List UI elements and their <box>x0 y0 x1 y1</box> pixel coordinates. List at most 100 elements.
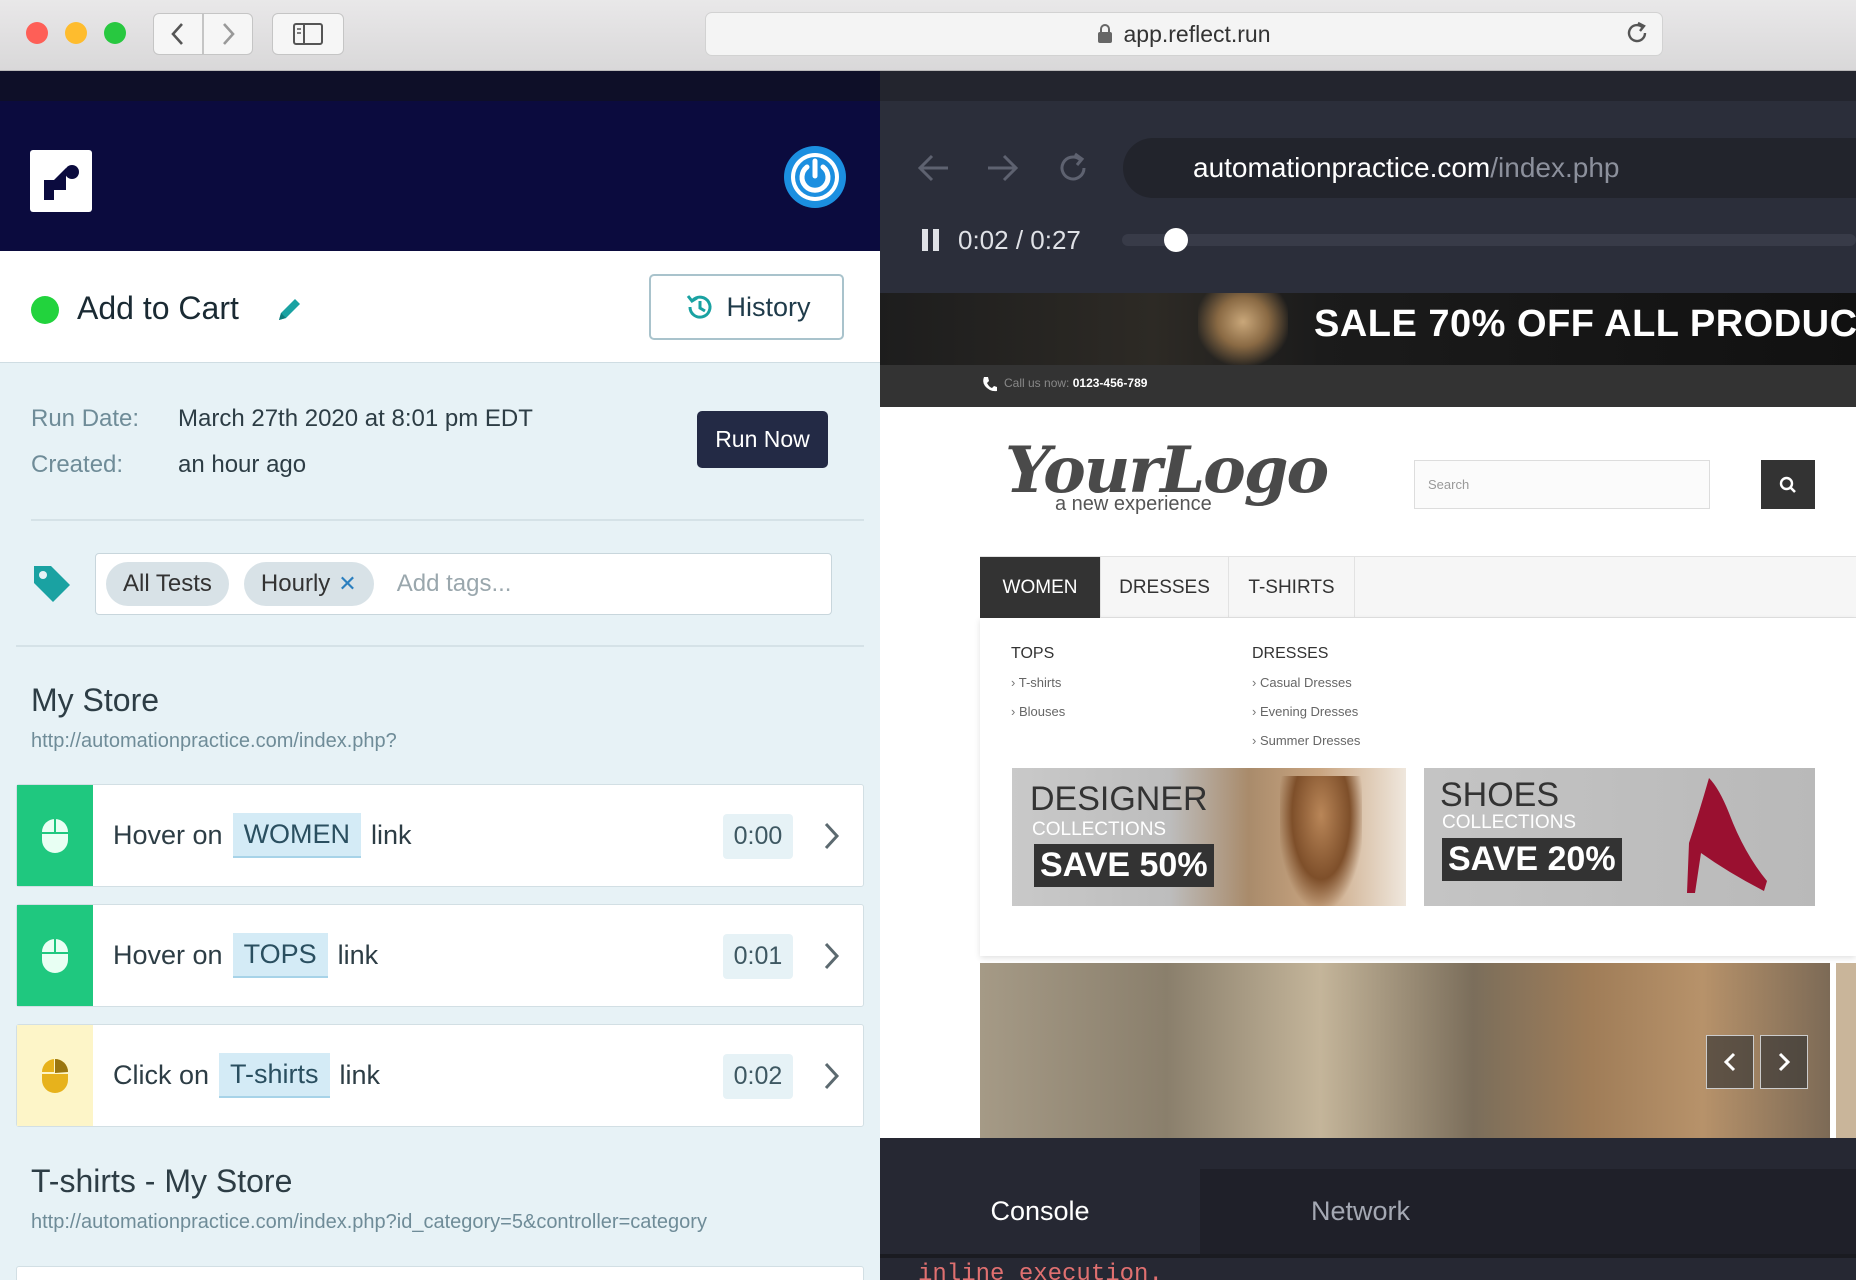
search-icon <box>1779 476 1796 493</box>
scrubber-handle[interactable] <box>1164 228 1189 252</box>
reload-button[interactable] <box>1624 20 1650 46</box>
step-suffix: link <box>339 1060 381 1090</box>
designer-collections-banner[interactable]: DESIGNER COLLECTIONS SAVE 50% <box>1012 768 1406 906</box>
pencil-icon <box>279 299 300 320</box>
section-title: My Store <box>31 682 160 718</box>
app-header <box>0 71 880 251</box>
pause-icon[interactable] <box>920 228 942 252</box>
tags-input[interactable]: All Tests Hourly ✕ Add tags... <box>95 553 832 615</box>
player-toolbar: automationpractice.com/index.php 0:02 / … <box>880 101 1856 323</box>
step-target: TOPS <box>232 933 328 978</box>
nav-women[interactable]: WOMEN <box>980 557 1101 619</box>
divider <box>31 519 864 521</box>
menu-link-summer-dresses[interactable]: Summer Dresses <box>1252 733 1360 748</box>
test-step[interactable]: Hover on WOMEN link 0:00 <box>16 784 864 887</box>
reload-icon[interactable] <box>1056 151 1090 185</box>
test-step[interactable] <box>16 1266 864 1280</box>
reload-icon <box>1627 21 1647 43</box>
remove-tag-icon[interactable]: ✕ <box>338 571 356 597</box>
test-title: Add to Cart <box>77 290 239 326</box>
nav-tshirts[interactable]: T-SHIRTS <box>1229 557 1355 619</box>
step-action: Hover on <box>113 820 223 850</box>
homepage-slider[interactable] <box>980 963 1830 1138</box>
back-button[interactable] <box>153 13 203 55</box>
step-time: 0:00 <box>723 814 793 859</box>
run-date-label: Run Date: <box>31 405 140 432</box>
history-button[interactable]: History <box>649 274 844 340</box>
tag-chip-hourly[interactable]: Hourly ✕ <box>243 562 374 606</box>
menu-link-casual-dresses[interactable]: Casual Dresses <box>1252 675 1352 690</box>
playback-time: 0:02 / 0:27 <box>958 225 1081 255</box>
history-label: History <box>726 291 811 322</box>
sidebar-toggle-button[interactable] <box>272 13 344 55</box>
chevron-right-icon[interactable] <box>823 941 841 971</box>
step-target: T-shirts <box>219 1053 330 1098</box>
add-tags-placeholder[interactable]: Add tags... <box>397 570 512 598</box>
history-icon <box>687 295 712 319</box>
site-search-button[interactable] <box>1761 460 1815 509</box>
created-label: Created: <box>31 451 124 478</box>
playback-scrubber[interactable] <box>1122 234 1856 246</box>
forward-arrow-icon[interactable] <box>986 153 1020 183</box>
step-time: 0:01 <box>723 934 793 979</box>
menu-link-evening-dresses[interactable]: Evening Dresses <box>1252 704 1358 719</box>
banner-offer: SAVE 50% <box>1034 844 1214 887</box>
maximize-window-button[interactable] <box>104 22 126 44</box>
step-target: WOMEN <box>232 813 362 858</box>
step-action: Hover on <box>113 940 223 970</box>
test-step[interactable]: Hover on TOPS link 0:01 <box>16 904 864 1007</box>
menu-heading-dresses[interactable]: DRESSES <box>1252 645 1328 663</box>
tag-icon <box>31 563 73 605</box>
url-path: /index.php <box>1490 152 1620 183</box>
slider-prev-button[interactable] <box>1706 1035 1754 1089</box>
close-window-button[interactable] <box>26 22 48 44</box>
console-output: inline execution. <box>918 1261 1163 1280</box>
test-step[interactable]: Click on T-shirts link 0:02 <box>16 1024 864 1127</box>
sidebar-icon <box>293 23 323 45</box>
section-url: http://automationpractice.com/index.php?… <box>31 1211 707 1233</box>
slider-next-button[interactable] <box>1760 1035 1808 1089</box>
menu-link-tshirts[interactable]: T-shirts <box>1011 675 1062 690</box>
tab-network[interactable]: Network <box>1311 1196 1410 1227</box>
chevron-right-icon <box>223 23 235 45</box>
reflect-logo[interactable] <box>30 150 92 212</box>
chevron-left-icon <box>1723 1052 1736 1072</box>
phone-icon <box>983 377 997 392</box>
lock-icon <box>1098 24 1113 43</box>
back-arrow-icon[interactable] <box>916 153 950 183</box>
nav-dresses[interactable]: DRESSES <box>1101 557 1229 619</box>
devtools-panel: Console Network inline execution. <box>880 1169 1856 1280</box>
shoe-image <box>1687 778 1767 893</box>
shoes-collections-banner[interactable]: SHOES COLLECTIONS SAVE 20% <box>1424 768 1815 906</box>
chevron-left-icon <box>171 23 183 45</box>
run-date-row: Run Date: <box>31 405 139 433</box>
run-now-button[interactable]: Run Now <box>697 411 828 468</box>
tab-console[interactable]: Console <box>880 1169 1200 1254</box>
address-url: app.reflect.run <box>1123 20 1271 47</box>
test-status-indicator <box>31 296 59 324</box>
sale-banner[interactable]: SALE 70% OFF ALL PRODUCTS <box>880 293 1856 365</box>
chevron-right-icon[interactable] <box>823 1061 841 1091</box>
chevron-right-icon[interactable] <box>823 821 841 851</box>
minimize-window-button[interactable] <box>65 22 87 44</box>
reflect-logo-icon <box>44 165 79 200</box>
menu-link-blouses[interactable]: Blouses <box>1011 704 1065 719</box>
step-suffix: link <box>371 820 412 850</box>
edit-title-button[interactable] <box>273 294 305 326</box>
power-button[interactable] <box>783 145 847 209</box>
menu-heading-tops[interactable]: TOPS <box>1011 645 1054 663</box>
call-label: Call us now: <box>1004 376 1070 390</box>
step-suffix: link <box>337 940 379 970</box>
forward-button[interactable] <box>203 13 253 55</box>
banner-offer: SAVE 20% <box>1442 838 1622 881</box>
power-icon <box>784 146 846 208</box>
banner-title: DESIGNER <box>1030 780 1208 818</box>
created-row: Created: <box>31 451 123 479</box>
call-bar: Call us now: 0123-456-789 <box>880 365 1856 407</box>
tag-chip-all-tests[interactable]: All Tests <box>106 562 229 606</box>
playback-panel: automationpractice.com/index.php 0:02 / … <box>880 71 1856 1280</box>
site-search-input[interactable]: Search <box>1414 460 1710 509</box>
player-address-bar[interactable]: automationpractice.com/index.php <box>1123 138 1856 198</box>
run-date-value: March 27th 2020 at 8:01 pm EDT <box>178 405 533 432</box>
address-bar[interactable]: app.reflect.run <box>705 12 1663 56</box>
